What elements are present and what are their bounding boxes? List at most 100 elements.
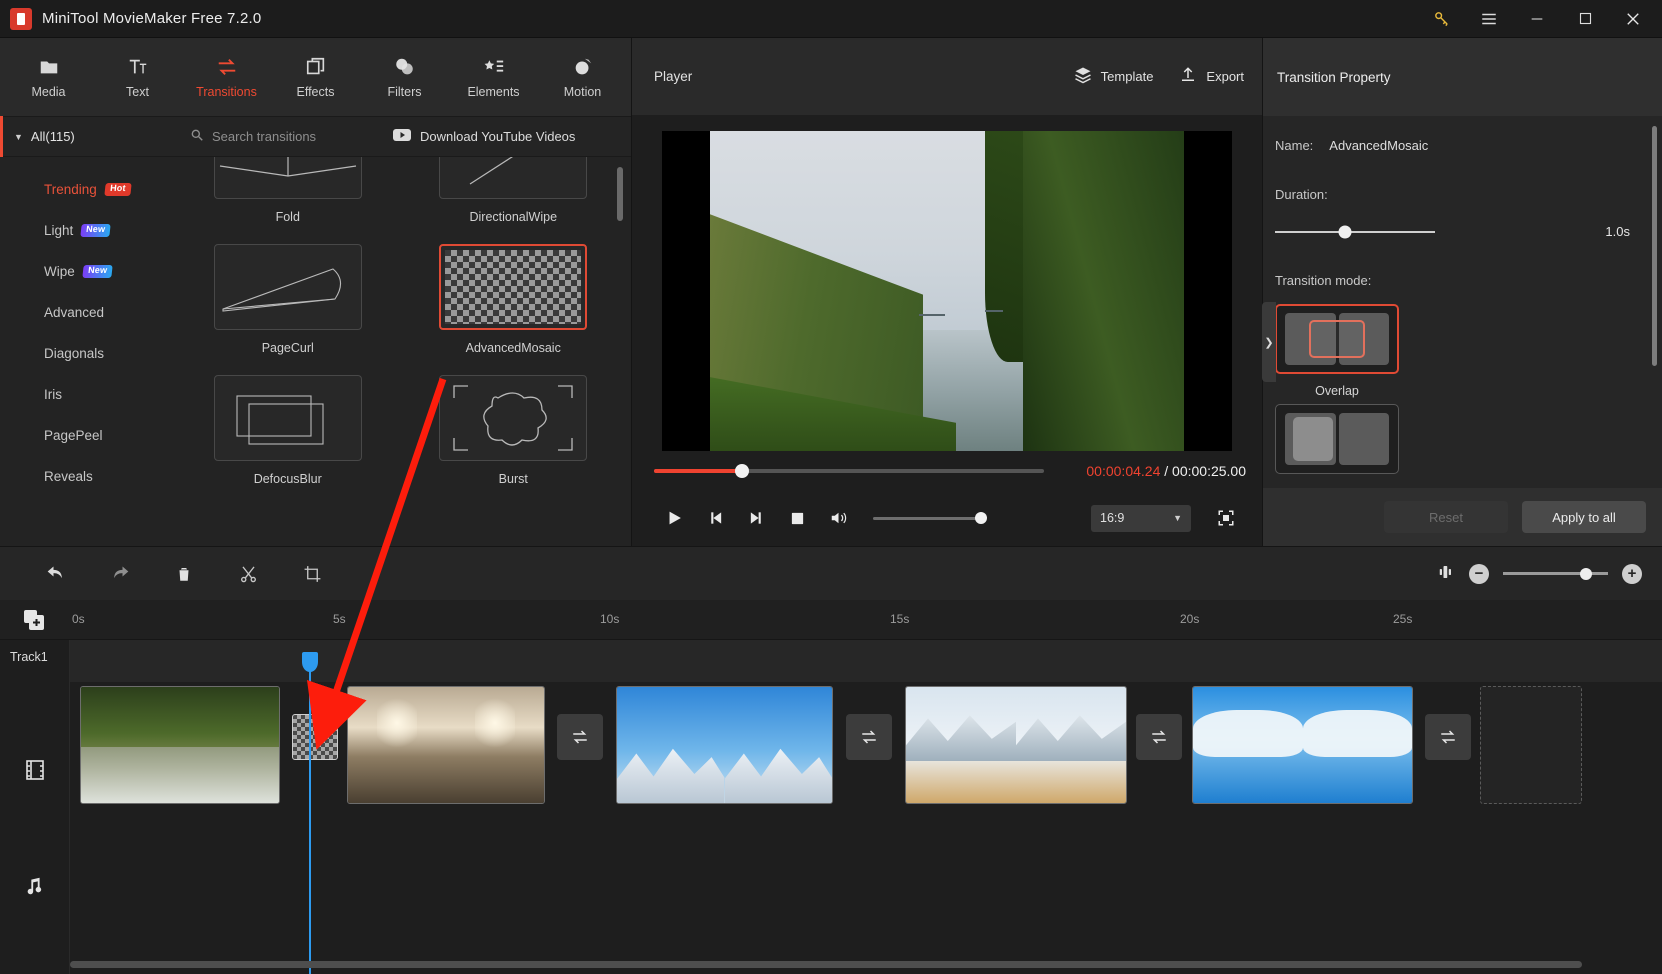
transition-marker[interactable] xyxy=(846,714,892,760)
video-frame xyxy=(710,131,1184,451)
clip-snow[interactable] xyxy=(1192,686,1413,804)
collapse-panel-button[interactable]: ❯ xyxy=(1262,302,1276,382)
category-label: PagePeel xyxy=(44,428,103,443)
close-icon[interactable] xyxy=(1610,0,1656,38)
next-frame-button[interactable] xyxy=(736,498,777,539)
timeline-toolbar: − + xyxy=(0,546,1662,600)
export-icon xyxy=(1179,66,1197,87)
transition-tile-directionalwipe[interactable]: DirectionalWipe xyxy=(426,157,602,242)
new-badge: New xyxy=(82,265,112,278)
empty-clip-placeholder[interactable] xyxy=(1480,686,1582,804)
transition-marker[interactable] xyxy=(1425,714,1471,760)
key-icon[interactable] xyxy=(1418,0,1464,38)
selected-transition-marker[interactable] xyxy=(292,714,338,760)
clip-waterfall[interactable] xyxy=(80,686,280,804)
transition-tile-burst[interactable]: Burst xyxy=(426,375,602,504)
download-youtube-videos-button[interactable]: Download YouTube Videos xyxy=(393,128,575,145)
transition-mode-second[interactable] xyxy=(1275,404,1399,474)
transitions-grid: Fold DirectionalWipe xyxy=(168,157,631,546)
zoom-out-button[interactable]: − xyxy=(1469,564,1489,584)
elements-icon xyxy=(482,56,506,78)
tab-effects[interactable]: Effects xyxy=(271,38,360,116)
tab-filters[interactable]: Filters xyxy=(360,38,449,116)
track-headers: Track1 xyxy=(0,640,70,974)
fullscreen-icon[interactable] xyxy=(1205,498,1246,539)
transition-tile-fold[interactable]: Fold xyxy=(200,157,376,242)
clip-thumb xyxy=(180,687,279,803)
stop-button[interactable] xyxy=(777,498,818,539)
clip-peaks[interactable] xyxy=(616,686,833,804)
template-button[interactable]: Template xyxy=(1074,66,1154,87)
crop-button[interactable] xyxy=(280,547,344,601)
all-transitions-label: All(115) xyxy=(31,129,75,144)
category-diagonals[interactable]: Diagonals xyxy=(0,333,168,374)
category-light[interactable]: Light New xyxy=(0,210,168,251)
redo-button[interactable] xyxy=(88,547,152,601)
aspect-ratio-select[interactable]: 16:9 ▼ xyxy=(1091,505,1191,532)
previous-frame-button[interactable] xyxy=(695,498,736,539)
export-button[interactable]: Export xyxy=(1179,66,1244,87)
reset-button[interactable]: Reset xyxy=(1384,501,1508,533)
volume-slider[interactable] xyxy=(873,517,985,520)
menu-icon[interactable] xyxy=(1466,0,1512,38)
music-icon[interactable] xyxy=(24,874,46,901)
timeline-zoom-slider[interactable] xyxy=(1503,572,1608,575)
category-wipe[interactable]: Wipe New xyxy=(0,251,168,292)
tab-elements[interactable]: Elements xyxy=(449,38,538,116)
all-transitions-dropdown[interactable]: ▼ All(115) xyxy=(0,116,168,157)
transition-label: Burst xyxy=(499,472,528,486)
category-label: Iris xyxy=(44,387,62,402)
tab-media[interactable]: Media xyxy=(4,38,93,116)
fit-timeline-icon[interactable] xyxy=(1435,563,1455,584)
search-transitions-input[interactable]: Search transitions xyxy=(168,128,393,145)
transition-name-row: Name: AdvancedMosaic xyxy=(1275,138,1634,153)
duration-handle[interactable] xyxy=(1339,225,1352,238)
category-pagepeel[interactable]: PagePeel xyxy=(0,415,168,456)
tab-label: Effects xyxy=(297,85,335,99)
zoom-in-button[interactable]: + xyxy=(1622,564,1642,584)
clip-desert[interactable] xyxy=(905,686,1127,804)
transition-mode-overlap[interactable] xyxy=(1275,304,1399,374)
transition-tile-pagecurl[interactable]: PageCurl xyxy=(200,244,376,373)
zoom-handle[interactable] xyxy=(1580,568,1592,580)
category-trending[interactable]: Trending Hot xyxy=(0,169,168,210)
motion-icon xyxy=(572,56,594,78)
undo-button[interactable] xyxy=(24,547,88,601)
category-advanced[interactable]: Advanced xyxy=(0,292,168,333)
seek-handle[interactable] xyxy=(735,464,749,478)
duration-slider[interactable] xyxy=(1275,231,1435,233)
split-button[interactable] xyxy=(216,547,280,601)
clip-sunset[interactable] xyxy=(347,686,545,804)
maximize-icon[interactable] xyxy=(1562,0,1608,38)
library-scrollbar[interactable] xyxy=(617,167,623,221)
tab-transitions[interactable]: Transitions xyxy=(182,38,271,116)
tab-motion[interactable]: Motion xyxy=(538,38,627,116)
play-button[interactable] xyxy=(654,498,695,539)
library-subbar: ▼ All(115) Search transitions Download Y… xyxy=(0,116,631,157)
transition-tile-advancedmosaic[interactable]: AdvancedMosaic xyxy=(426,244,602,373)
delete-button[interactable] xyxy=(152,547,216,601)
youtube-download-icon xyxy=(393,128,411,145)
timeline-ruler[interactable]: 0s 5s 10s 15s 20s 25s xyxy=(0,600,1662,640)
apply-to-all-button[interactable]: Apply to all xyxy=(1522,501,1646,533)
volume-handle[interactable] xyxy=(975,512,987,524)
tab-label: Transitions xyxy=(196,85,257,99)
clip-thumb xyxy=(617,687,725,803)
transition-marker[interactable] xyxy=(1136,714,1182,760)
tab-text[interactable]: Text xyxy=(93,38,182,116)
timeline-horizontal-scrollbar[interactable] xyxy=(70,961,1582,968)
category-reveals[interactable]: Reveals xyxy=(0,456,168,497)
window-controls xyxy=(1418,0,1656,38)
new-badge: New xyxy=(81,224,111,237)
minimize-icon[interactable] xyxy=(1514,0,1560,38)
category-iris[interactable]: Iris xyxy=(0,374,168,415)
property-scrollbar[interactable] xyxy=(1652,126,1657,366)
transition-marker[interactable] xyxy=(557,714,603,760)
seek-slider[interactable] xyxy=(654,469,1044,473)
transition-tile-defocusblur[interactable]: DefocusBlur xyxy=(200,375,376,504)
film-icon[interactable] xyxy=(23,758,47,785)
volume-icon[interactable] xyxy=(818,498,859,539)
current-time: 00:00:04.24 xyxy=(1086,463,1160,479)
add-track-icon[interactable] xyxy=(22,608,46,632)
video-preview[interactable] xyxy=(662,131,1232,451)
